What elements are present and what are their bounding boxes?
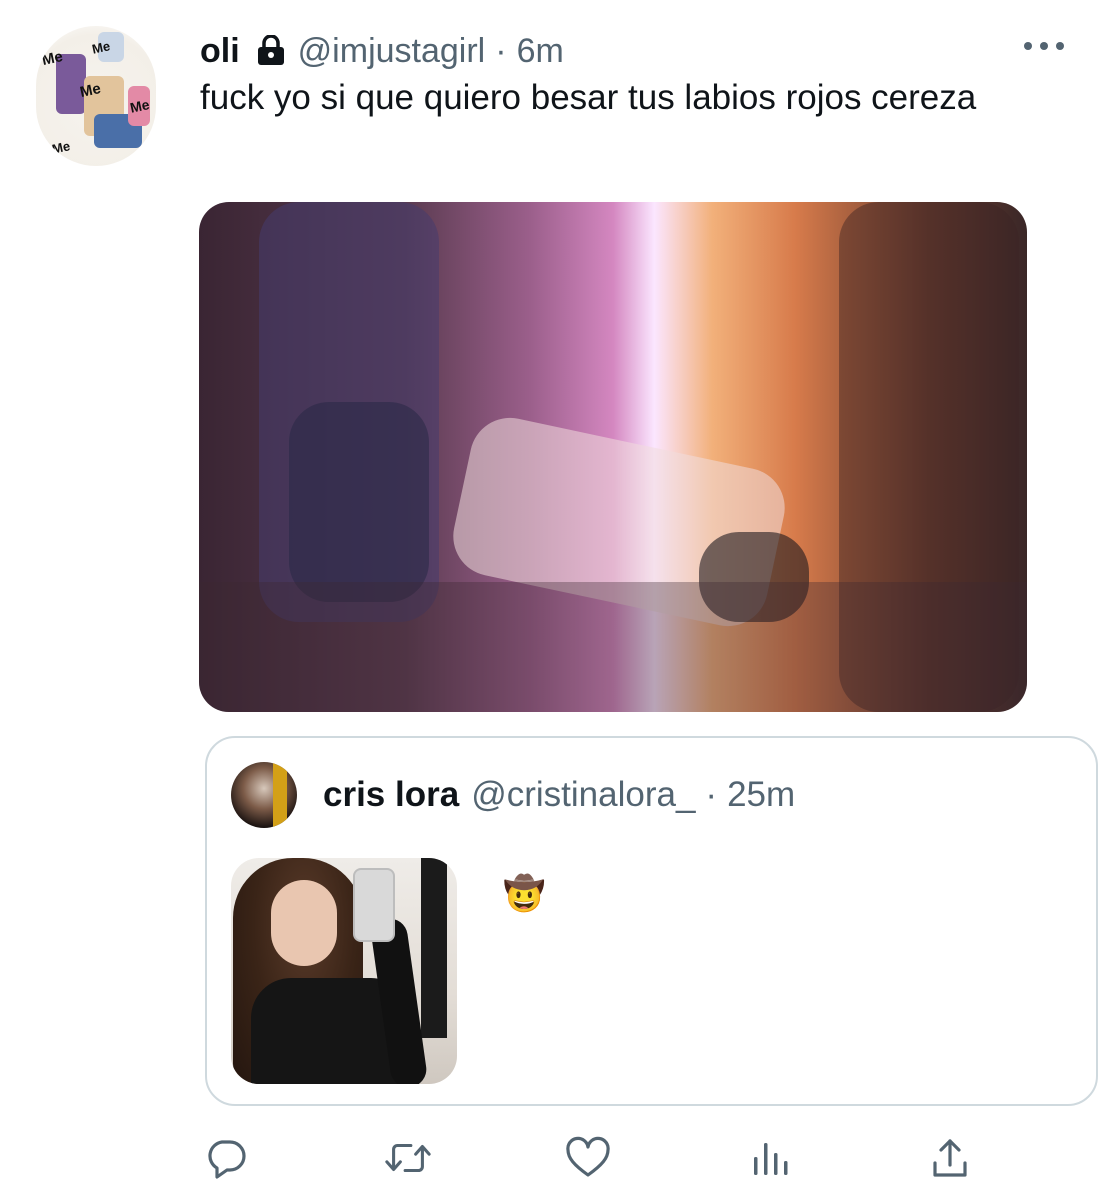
media-shape [289, 402, 429, 602]
reply-icon[interactable] [202, 1134, 250, 1182]
lock-icon [256, 34, 286, 67]
media-shape [199, 582, 1027, 712]
like-icon[interactable] [564, 1134, 612, 1182]
tweet-timestamp[interactable]: 6m [517, 32, 564, 71]
avatar-tag: Me [50, 138, 72, 157]
photo-shape [421, 858, 447, 1038]
tweet-text: fuck yo si que quiero besar tus labios r… [200, 78, 977, 117]
more-options-icon[interactable] [1024, 34, 1064, 58]
tweet-header: oli @imjustagirl · 6m [200, 28, 564, 74]
quoted-tweet-photo[interactable] [231, 858, 457, 1084]
photo-shape [353, 868, 395, 942]
quoted-tweet-text: 🤠 [503, 875, 546, 913]
tweet-media-image[interactable] [199, 202, 1027, 712]
tweet-actions [0, 1126, 1106, 1186]
quoted-author-avatar[interactable] [231, 762, 297, 828]
quoted-tweet[interactable]: cris lora @cristinalora_ · 25m 🤠 [205, 736, 1098, 1106]
retweet-icon[interactable] [384, 1134, 432, 1182]
separator-dot: · [705, 775, 718, 814]
photo-shape [271, 880, 337, 966]
quoted-tweet-timestamp[interactable]: 25m [727, 775, 795, 815]
tweet: Me Me Me Me Me oli @imjustagirl · 6m fuc… [0, 0, 1106, 1200]
avatar-background-shape [273, 762, 287, 828]
author-name[interactable]: oli [200, 32, 240, 71]
quoted-author-handle[interactable]: @cristinalora_ [471, 775, 695, 815]
quoted-tweet-header: cris lora @cristinalora_ · 25m [323, 772, 795, 818]
author-handle[interactable]: @imjustagirl [298, 32, 486, 71]
author-avatar[interactable]: Me Me Me Me Me [36, 26, 156, 166]
analytics-icon[interactable] [746, 1134, 794, 1182]
quoted-author-name[interactable]: cris lora [323, 775, 459, 815]
separator-dot: · [495, 31, 507, 70]
share-icon[interactable] [926, 1134, 974, 1182]
